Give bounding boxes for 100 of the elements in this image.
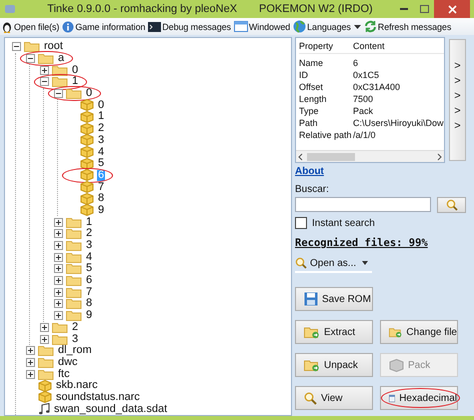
about-link[interactable]: About (295, 166, 324, 177)
property-name: ID (299, 69, 309, 81)
open-as-dropdown[interactable]: Open as... (295, 257, 372, 273)
expand-icon[interactable] (26, 358, 34, 367)
expand-icon[interactable] (54, 311, 62, 320)
folder-icon (38, 53, 54, 64)
tree-item[interactable]: 8 (97, 193, 106, 204)
tree-item[interactable]: 2 (97, 123, 106, 134)
tree-item[interactable]: dwc (57, 356, 79, 368)
window-icon (234, 21, 248, 32)
window-title: Tinke 0.9.0.0 - romhacking by pleoNeX (47, 2, 238, 16)
column-header[interactable]: Content (353, 40, 444, 54)
scroll-left-icon[interactable] (296, 152, 305, 160)
expand-icon[interactable] (26, 346, 34, 356)
tree-item[interactable]: 7 (97, 182, 106, 193)
package-icon (80, 99, 94, 112)
magnifier-icon (304, 392, 317, 404)
tree-item[interactable]: 5 (85, 263, 94, 274)
caret-icon (362, 261, 368, 265)
folder-icon (52, 76, 68, 88)
toolbar-button[interactable]: Languages (293, 20, 361, 33)
tree-item[interactable]: 2 (85, 228, 94, 240)
tree-item[interactable]: swan_sound_data.sdat (53, 404, 168, 415)
expand-icon[interactable] (54, 241, 62, 250)
property-name: Length (299, 93, 328, 105)
toolbar-button[interactable]: Refresh messages (364, 20, 452, 33)
caret-icon[interactable] (354, 24, 361, 28)
tree-item[interactable]: 3 (71, 334, 80, 345)
folder-icon (66, 216, 82, 228)
tree-item[interactable]: 7 (85, 286, 94, 298)
expand-icon[interactable] (54, 276, 62, 286)
property-name: Offset (299, 81, 324, 93)
search-field[interactable] (295, 197, 431, 212)
action-button[interactable]: View (295, 386, 373, 410)
folder-arrow-icon (304, 358, 320, 372)
tree-item[interactable]: 4 (85, 252, 94, 263)
folder-icon (38, 356, 54, 368)
expand-icon[interactable] (54, 252, 62, 262)
tree-item[interactable]: 4 (97, 146, 106, 158)
expand-icon[interactable] (26, 370, 34, 379)
tree-item[interactable]: ftc (57, 368, 71, 380)
column-header[interactable]: Property (299, 40, 353, 54)
package-icon (80, 204, 94, 216)
tree-item[interactable]: 1 (85, 216, 94, 228)
property-value: Pack (353, 105, 374, 117)
tree-item[interactable]: 3 (85, 240, 94, 252)
folder-icon (66, 228, 82, 240)
property-name: Relative path (299, 129, 353, 141)
expand-icon[interactable] (40, 66, 48, 75)
checkbox-label: Instant search (312, 218, 375, 228)
property-name: Type (299, 105, 320, 117)
tree-item[interactable]: 8 (85, 298, 94, 310)
expand-icon[interactable] (54, 218, 62, 227)
action-button[interactable]: Save ROM (295, 287, 373, 311)
toolbar-button[interactable]: Windowed (234, 21, 290, 32)
instant-search-checkbox[interactable] (295, 217, 307, 229)
expand-icon[interactable] (54, 288, 62, 297)
scroll-right-icon[interactable] (435, 152, 444, 160)
tree-item[interactable]: 1 (97, 111, 106, 122)
toolbar-button[interactable]: Open file(s) (1, 20, 60, 32)
info-icon (62, 20, 74, 32)
tree-item[interactable]: 9 (85, 310, 94, 322)
tree-item[interactable]: root (43, 41, 64, 52)
tree-item[interactable]: 2 (71, 322, 80, 333)
expand-icon[interactable] (54, 229, 62, 238)
tree-item[interactable]: 6 (85, 275, 94, 286)
tree-item[interactable]: 3 (97, 134, 106, 146)
folder-icon (38, 368, 54, 380)
folder-icon (66, 240, 82, 252)
action-button[interactable]: Hexadecimal (380, 386, 458, 410)
tree-item[interactable]: 0 (97, 100, 106, 111)
tree-item[interactable]: 1 (71, 76, 80, 88)
toolbar-button[interactable]: Game information (62, 20, 146, 32)
tree-item[interactable]: dl_rom (57, 345, 93, 356)
package-icon (80, 169, 94, 182)
expand-icon[interactable] (54, 299, 62, 308)
tree-item[interactable]: 5 (97, 158, 106, 170)
expand-icon[interactable] (40, 322, 48, 332)
collapse-icon[interactable] (40, 77, 48, 86)
expand-icon[interactable] (54, 264, 62, 274)
collapse-icon[interactable] (54, 89, 62, 98)
game-title: POKEMON W2 (IRDO) (259, 2, 373, 16)
action-button[interactable]: Extract (295, 320, 373, 344)
horizontal-scrollbar[interactable] (296, 150, 444, 162)
expand-icon[interactable] (40, 334, 48, 344)
tree-item[interactable]: 0 (71, 64, 80, 76)
floppy-icon (304, 292, 318, 306)
refresh-icon (364, 20, 377, 33)
collapse-icon[interactable] (26, 54, 34, 64)
action-button[interactable]: Unpack (295, 353, 373, 377)
tree-item[interactable]: soundstatus.narc (55, 392, 141, 403)
tree-item[interactable]: 0 (85, 88, 94, 100)
toolbar-button[interactable]: Debug messages (148, 22, 231, 32)
close-icon (448, 4, 456, 14)
collapse-icon[interactable] (12, 42, 20, 52)
close-button[interactable] (434, 0, 470, 18)
tree-item[interactable]: 9 (97, 204, 106, 216)
tree-item[interactable]: a (57, 53, 66, 64)
action-button[interactable]: Change file (380, 320, 458, 344)
tree-item[interactable]: skb.narc (55, 380, 99, 392)
